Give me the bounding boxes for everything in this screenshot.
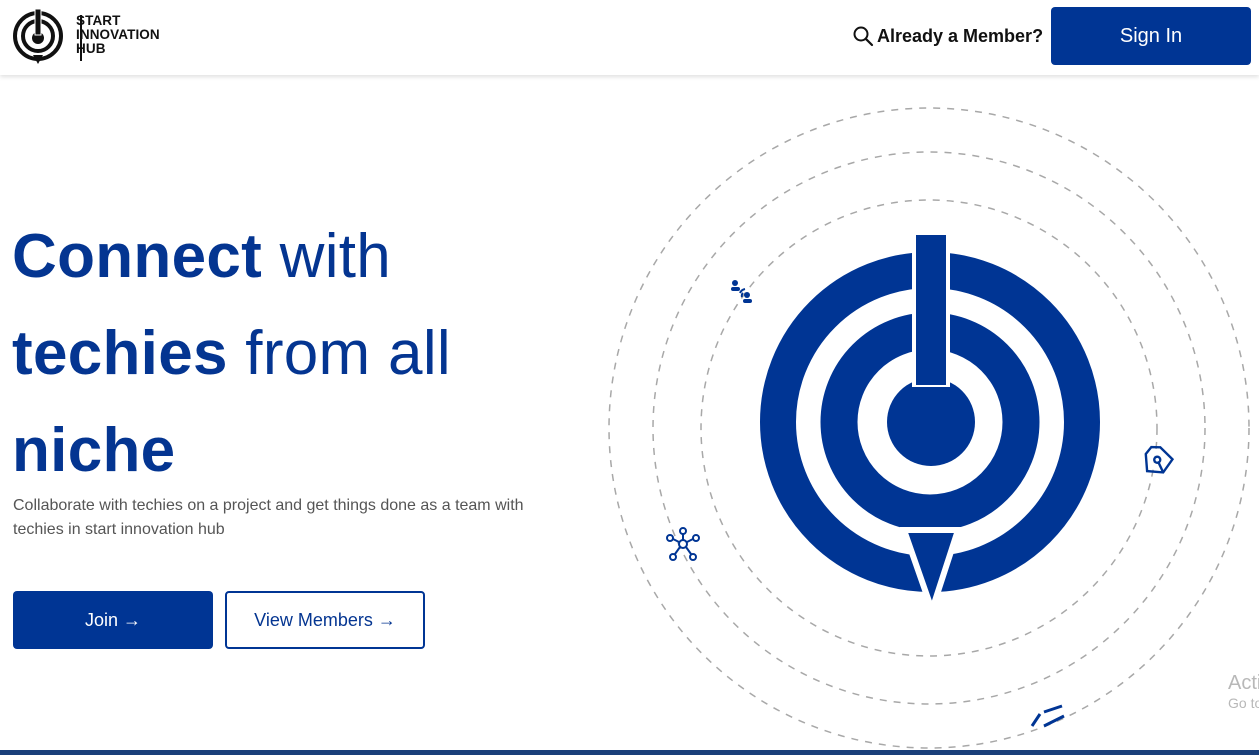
headline-word-niche: niche <box>12 416 176 485</box>
brand-logo-large <box>760 233 1100 620</box>
logo[interactable]: START INNOVATION HUB <box>12 7 172 65</box>
logo-text: START INNOVATION HUB <box>76 14 160 56</box>
sign-in-button[interactable]: Sign In <box>1051 7 1251 65</box>
pen-nib-icon <box>1144 445 1175 474</box>
view-members-button[interactable]: View Members → <box>225 591 425 649</box>
headline-word-techies: techies <box>12 319 228 388</box>
site-header: START INNOVATION HUB Already a Member? S… <box>0 0 1259 75</box>
headline-word-with: with <box>262 222 392 291</box>
search-icon <box>853 26 874 47</box>
partial-icon-bottom <box>1030 704 1065 728</box>
bottom-edge-bar <box>0 750 1259 755</box>
headline-word-from-all: from all <box>227 319 451 388</box>
already-member-link[interactable]: Already a Member? <box>852 23 1043 49</box>
logo-line-2: INNOVATION <box>76 27 160 42</box>
already-member-label: Already a Member? <box>877 25 1044 46</box>
logo-mark-icon <box>13 8 63 64</box>
activate-windows-watermark: Activate Windows Go to Settings to activ… <box>1228 672 1259 712</box>
join-button[interactable]: Join → <box>13 591 213 649</box>
molecule-icon <box>666 527 700 561</box>
hero-illustration <box>608 107 1250 749</box>
watermark-line-1: Activate Windows <box>1228 672 1259 694</box>
headline-word-connect: Connect <box>12 222 263 291</box>
logo-line-3: HUB <box>76 41 106 56</box>
watermark-line-2: Go to Settings to activate Windows. <box>1228 695 1259 711</box>
people-network-icon <box>731 280 752 303</box>
hero-headline: Connect with techies from all niche <box>12 208 572 499</box>
hero-subtitle: Collaborate with techies on a project an… <box>13 497 524 538</box>
logo-line-1: START <box>76 13 121 28</box>
